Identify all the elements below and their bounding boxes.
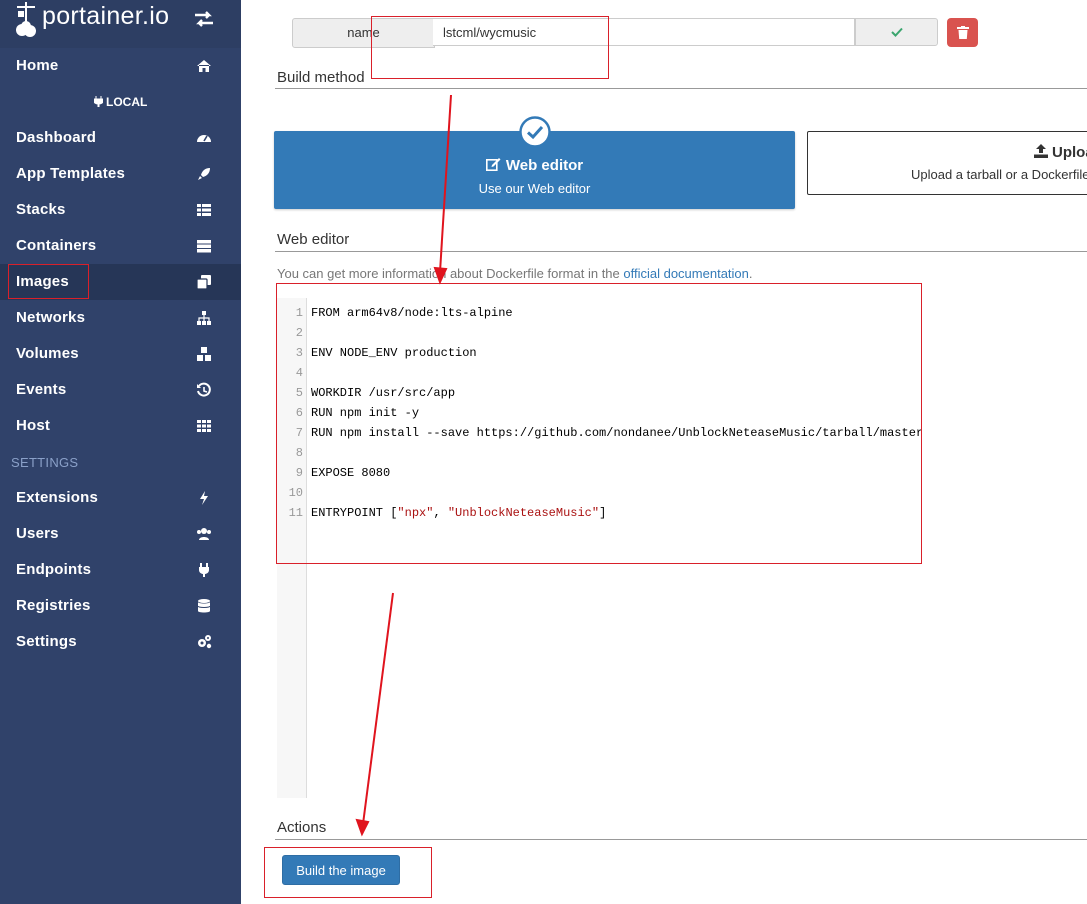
dockerfile-hint: You can get more information about Docke… [277,266,753,281]
selected-check-icon [519,116,551,148]
upload-option[interactable]: Upload Upload a tarball or a Dockerfile [807,131,1087,195]
sidebar-item-events[interactable]: Events [0,372,241,408]
sidebar-item-volumes[interactable]: Volumes [0,336,241,372]
edit-icon [485,158,501,171]
history-icon [197,382,211,397]
brand-logo-text[interactable]: portainer.io [42,2,169,31]
sidebar-item-host[interactable]: Host [0,408,241,444]
trash-icon [957,26,969,39]
settings-heading: SETTINGS [11,455,79,470]
name-valid-indicator [855,18,938,46]
sidebar-item-label: Extensions [16,489,99,506]
sidebar-item-label: Events [16,381,67,398]
sidebar-item-registries[interactable]: Registries [0,588,241,624]
sidebar-item-label: Settings [16,633,77,650]
name-field[interactable]: lstcml/wycmusic [433,18,855,46]
divider [275,839,1087,840]
upload-option-title: Upload [1034,144,1087,161]
plug-icon [93,96,104,108]
sidebar-item-networks[interactable]: Networks [0,300,241,336]
sidebar-item-label: Volumes [16,345,79,362]
th-list-icon [197,204,211,216]
sidebar-item-label: Home [16,57,59,74]
sidebar-item-label: Endpoints [16,561,92,578]
sidebar-item-extensions[interactable]: Extensions [0,480,241,516]
portainer-logo-icon [16,2,36,37]
brand-header: portainer.io [0,0,241,48]
divider [275,88,1087,89]
check-icon [891,27,903,37]
sidebar-item-label: Dashboard [16,129,97,146]
sidebar-item-label: Networks [16,309,86,326]
sidebar-item-stacks[interactable]: Stacks [0,192,241,228]
rocket-icon [198,168,210,180]
sidebar: portainer.io Home LOCAL Dashboard App Te… [0,0,241,904]
official-documentation-link[interactable]: official documentation [623,266,749,281]
sidebar-item-label: Stacks [16,201,66,218]
remove-name-button[interactable] [947,18,978,47]
cubes-icon [197,347,211,361]
upload-option-desc: Upload a tarball or a Dockerfile [911,167,1087,182]
sidebar-item-endpoints[interactable]: Endpoints [0,552,241,588]
build-method-title: Build method [277,69,365,86]
web-editor-option-title: Web editor [274,157,795,174]
web-editor-title: Web editor [277,231,350,248]
users-icon [197,528,211,540]
dockerfile-editor[interactable]: 1 FROM arm64v8/node:lts-alpine 2 3 ENV NOD… [277,298,1087,798]
sidebar-item-label: App Templates [16,165,126,182]
bolt-icon [200,491,208,505]
sidebar-item-dashboard[interactable]: Dashboard [0,120,241,156]
sidebar-item-home[interactable]: Home [0,48,241,84]
web-editor-option-desc: Use our Web editor [478,181,591,196]
home-icon [197,60,211,72]
cogs-icon [198,635,212,649]
tachometer-icon [197,135,211,142]
upload-icon [1034,144,1048,158]
exchange-icon[interactable] [193,10,215,28]
main-content: name lstcml/wycmusic Build method Web ed… [241,0,1087,904]
sidebar-item-app-templates[interactable]: App Templates [0,156,241,192]
sidebar-item-images[interactable]: Images [0,264,241,300]
sidebar-item-label: Images [16,273,69,290]
sidebar-item-users[interactable]: Users [0,516,241,552]
th-icon [197,420,211,432]
sidebar-item-label: Host [16,417,51,434]
sidebar-item-label: Containers [16,237,97,254]
sitemap-icon [197,311,211,325]
clone-icon [196,275,211,290]
name-input-group: name lstcml/wycmusic [292,18,938,48]
plug-icon [199,563,209,577]
sidebar-item-settings[interactable]: Settings [0,624,241,660]
actions-title: Actions [277,819,327,836]
build-image-button[interactable]: Build the image [282,855,400,885]
divider [275,251,1087,252]
name-field-label: name [292,18,435,48]
server-icon [197,240,211,253]
sidebar-item-label: Registries [16,597,91,614]
database-icon [197,599,211,613]
sidebar-item-label: Users [16,525,59,542]
sidebar-item-containers[interactable]: Containers [0,228,241,264]
endpoint-local-label: LOCAL [0,95,241,109]
